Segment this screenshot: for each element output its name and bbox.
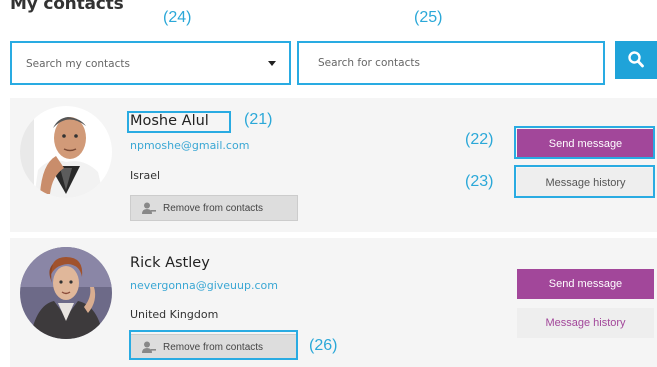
search-icon bbox=[628, 51, 644, 68]
remove-button-label: Remove from contacts bbox=[163, 341, 264, 353]
message-history-button[interactable]: Message history bbox=[517, 168, 654, 198]
remove-user-icon bbox=[142, 341, 156, 353]
chevron-down-icon bbox=[268, 61, 276, 66]
annotation-22: (22) bbox=[465, 131, 494, 148]
contact-country: Israel bbox=[130, 169, 161, 182]
send-message-button[interactable]: Send message bbox=[517, 269, 654, 299]
contact-email[interactable]: npmoshe@gmail.com bbox=[130, 139, 249, 152]
search-my-contacts-placeholder: Search my contacts bbox=[26, 58, 130, 70]
annotation-21: (21) bbox=[244, 111, 273, 128]
annotation-26: (26) bbox=[309, 337, 338, 354]
message-history-button[interactable]: Message history bbox=[517, 308, 654, 338]
send-message-button[interactable]: Send message bbox=[517, 129, 654, 159]
contact-name[interactable]: Rick Astley bbox=[130, 255, 210, 271]
annotation-24: (24) bbox=[163, 9, 192, 26]
search-my-contacts-select[interactable]: Search my contacts bbox=[10, 41, 291, 85]
annotation-25: (25) bbox=[414, 9, 443, 26]
search-contacts-input[interactable] bbox=[297, 41, 605, 85]
contact-email[interactable]: nevergonna@giveuup.com bbox=[130, 279, 278, 292]
annotation-23: (23) bbox=[465, 173, 494, 190]
contact-name[interactable]: Moshe Alul bbox=[130, 113, 209, 129]
remove-user-icon bbox=[142, 202, 156, 214]
remove-button-label: Remove from contacts bbox=[163, 202, 264, 214]
remove-from-contacts-button[interactable]: Remove from contacts bbox=[130, 195, 298, 221]
avatar bbox=[20, 247, 112, 339]
remove-from-contacts-button[interactable]: Remove from contacts bbox=[130, 334, 298, 360]
avatar bbox=[20, 106, 112, 198]
search-button[interactable] bbox=[615, 41, 657, 79]
page-title: My contacts bbox=[10, 0, 124, 14]
contact-card: Moshe Alul npmoshe@gmail.com Israel Remo… bbox=[10, 98, 657, 232]
contact-country: United Kingdom bbox=[130, 308, 219, 321]
